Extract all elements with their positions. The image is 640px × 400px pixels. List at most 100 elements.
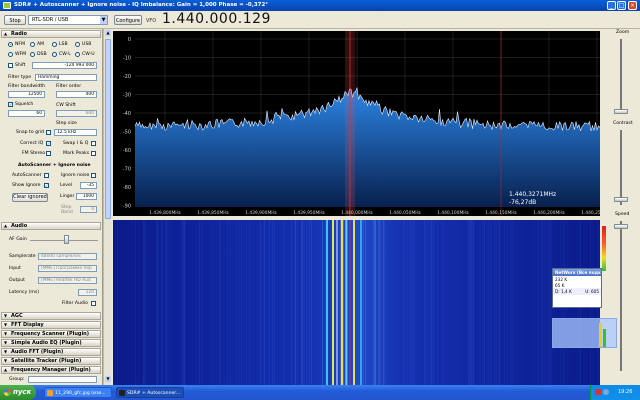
tray-app-icon[interactable] xyxy=(595,389,601,395)
radio-lsb[interactable] xyxy=(52,42,57,47)
stop-button[interactable]: Stop xyxy=(4,15,26,25)
filter-order-field[interactable]: 400 xyxy=(56,91,97,98)
network-icon[interactable] xyxy=(603,389,609,395)
radio-wfm-label: WFM xyxy=(15,52,27,57)
zoom-slider-track[interactable] xyxy=(620,39,622,114)
radio-am[interactable] xyxy=(30,42,35,47)
networx-title[interactable]: NetWorx (Все подключения) xyxy=(553,269,601,276)
app-icon xyxy=(3,2,11,9)
frequency-display[interactable]: 1.440.000.129 xyxy=(162,11,271,27)
filter-type-select[interactable]: Hamming xyxy=(35,74,97,81)
step-band-field[interactable]: 4 xyxy=(80,206,97,213)
latency-field[interactable]: 120 xyxy=(78,289,97,296)
x-tick-label: 1.439,800MHz xyxy=(149,210,181,216)
zoom-slider-thumb[interactable] xyxy=(614,109,628,114)
mark-peaks-checkbox[interactable] xyxy=(91,151,96,156)
autoscanner-checkbox[interactable] xyxy=(44,173,49,178)
waterfall-background xyxy=(113,220,600,385)
input-select[interactable]: [MME] Программа пер xyxy=(38,265,97,272)
y-tick-label: 0 xyxy=(128,37,131,43)
linger-field[interactable]: 1000 xyxy=(76,193,97,200)
configure-button[interactable]: Configure xyxy=(114,15,142,25)
step-band-label: Step Band xyxy=(61,205,73,215)
af-gain-label: AF Gain xyxy=(9,237,27,242)
plugin-frequency-manager[interactable]: ▲ Frequency Manager (Plugin) xyxy=(1,366,101,374)
shift-field[interactable]: -124 993 000 xyxy=(32,62,97,69)
y-tick-label: -90 xyxy=(123,204,131,210)
plugin-frequency-scanner[interactable]: ▼ Frequency Scanner (Plugin) xyxy=(1,330,101,338)
correct-iq-checkbox[interactable]: ✓ xyxy=(46,141,51,146)
scroll-down-icon[interactable]: ▼ xyxy=(105,376,111,382)
speed-slider-track[interactable] xyxy=(620,221,622,371)
scroll-up-icon[interactable]: ▲ xyxy=(105,30,111,36)
filter-audio-label: Filter Audio xyxy=(62,301,88,306)
radio-cwl-label: CW-L xyxy=(59,52,71,57)
fm-stereo-label: FM Stereo xyxy=(22,151,46,156)
chevron-down-icon[interactable]: ▼ xyxy=(100,16,107,24)
show-ignore-label: Show Ignore xyxy=(12,183,41,188)
filter-bandwidth-field[interactable]: 12500 xyxy=(8,91,45,98)
radio-wfm[interactable] xyxy=(8,52,13,57)
source-select[interactable]: RTL-SDR / USB xyxy=(28,15,108,25)
spectrum-analyzer[interactable]: 0 -10 -20 -30 -40 -50 -60 -70 -80 -90 1.439,800MH… xyxy=(113,31,600,216)
squelch-checkbox[interactable]: ✓ xyxy=(8,102,13,107)
squelch-field[interactable]: 60 xyxy=(8,110,45,117)
y-tick-label: -20 xyxy=(123,74,131,80)
cw-shift-field[interactable]: 600 xyxy=(56,110,97,117)
x-tick-label: 1.439,850MHz xyxy=(197,210,229,216)
y-tick-label: -30 xyxy=(123,93,131,99)
samplerate-select[interactable]: 48000 sample/sec xyxy=(38,253,97,260)
fm-stereo-checkbox[interactable] xyxy=(46,151,51,156)
contrast-slider-thumb[interactable] xyxy=(614,197,628,202)
radio-dsb[interactable] xyxy=(30,52,35,57)
group-select[interactable] xyxy=(28,376,97,383)
networx-widget[interactable]: NetWorx (Все подключения) 232 K 65 K D: … xyxy=(552,268,602,308)
radio-nfm[interactable] xyxy=(8,42,13,47)
mark-peaks-label: Mark Peaks xyxy=(63,151,90,156)
snap-to-grid-checkbox[interactable] xyxy=(46,130,51,135)
level-label: Level xyxy=(60,183,73,188)
maximize-button[interactable]: □ xyxy=(617,1,626,10)
speed-slider-thumb[interactable] xyxy=(614,224,628,229)
snap-to-grid-label: Snap to grid xyxy=(16,130,45,135)
filter-audio-checkbox[interactable] xyxy=(91,301,96,306)
minimize-button[interactable]: _ xyxy=(607,1,616,10)
audio-section-header[interactable]: ▲ Audio xyxy=(1,222,101,230)
radio-usb[interactable] xyxy=(75,42,80,47)
plugin-agc[interactable]: ▼ AGC xyxy=(1,312,101,320)
radio-cwu[interactable] xyxy=(75,52,80,57)
x-tick-label: 1.439,900MHz xyxy=(245,210,277,216)
ignore-noise-checkbox[interactable] xyxy=(91,173,96,178)
show-ignore-checkbox[interactable]: ✓ xyxy=(44,183,49,188)
swap-iq-label: Swap I & Q xyxy=(63,141,89,146)
plugin-audio-fft[interactable]: ▼ Audio FFT (Plugin) xyxy=(1,348,101,356)
plugin-satellite-tracker[interactable]: ▼ Satellite Tracker (Plugin) xyxy=(1,357,101,365)
taskbar-item-image[interactable]: 11_290_gfc.jpg (изо... xyxy=(44,387,112,398)
collapse-icon: ▲ xyxy=(4,223,8,228)
output-label: Output xyxy=(9,278,25,283)
plugin-simple-audio-eq[interactable]: ▼ Simple Audio EQ (Plugin) xyxy=(1,339,101,347)
shift-checkbox[interactable] xyxy=(8,63,13,68)
x-tick-label: 1.440,100MHz xyxy=(437,210,469,216)
clear-ignored-button[interactable]: Clear ignored xyxy=(12,193,48,202)
radio-section-header[interactable]: ▲ Radio xyxy=(1,30,101,38)
radio-cwl[interactable] xyxy=(52,52,57,57)
plugin-fft-display[interactable]: ▼ FFT Display xyxy=(1,321,101,329)
level-field[interactable]: -35 xyxy=(80,182,97,189)
close-button[interactable]: × xyxy=(628,1,637,10)
sidebar[interactable]: ▲ Radio NFM AM LSB USB WFM DSB CW-L CW-U … xyxy=(0,29,103,385)
waterfall-display[interactable] xyxy=(113,220,600,385)
af-gain-slider-thumb[interactable] xyxy=(64,235,69,244)
step-size-select[interactable]: 12.5 kHz xyxy=(54,129,97,136)
spectrum-plot[interactable]: 0 -10 -20 -30 -40 -50 -60 -70 -80 -90 1.439,800MH… xyxy=(113,31,600,216)
swap-iq-checkbox[interactable] xyxy=(91,141,96,146)
taskbar-item-sdr[interactable]: SDR# + Autoscanner... xyxy=(116,387,184,398)
collapse-icon: ▲ xyxy=(4,367,8,372)
contrast-slider-track[interactable] xyxy=(620,130,622,205)
networx-d-value: D: 1,4 K xyxy=(555,289,572,294)
output-select[interactable]: [MME] Realtek HD Aud xyxy=(38,277,97,284)
scroll-thumb[interactable] xyxy=(105,39,111,219)
waterfall-plot[interactable] xyxy=(113,220,600,385)
title-bar[interactable]: SDR# + Autoscanner + Ignore noise - IQ I… xyxy=(0,0,640,11)
sidebar-scrollbar[interactable]: ▲ ▼ xyxy=(103,29,111,385)
